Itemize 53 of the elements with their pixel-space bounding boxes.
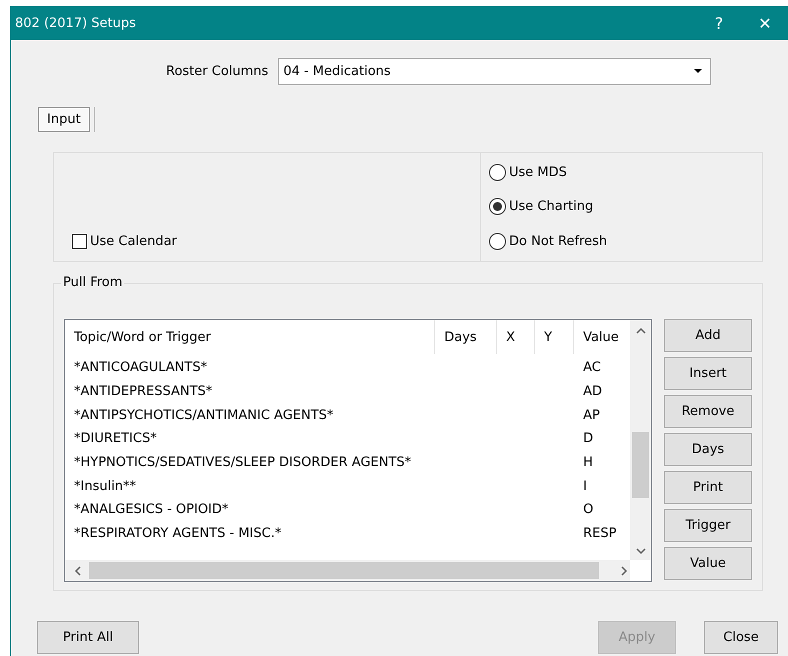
dialog-button[interactable]: Close: [704, 621, 778, 654]
table-cell-text: *ANTIPSYCHOTICS/ANTIMANIC AGENTS*: [73, 408, 334, 423]
dialog-button[interactable]: Print All: [37, 621, 139, 654]
table-cell-text: *HYPNOTICS/SEDATIVES/SLEEP DISORDER AGENTS*: [73, 455, 412, 470]
table-cell-text: AP: [582, 408, 601, 423]
window-title: 802 (2017) Setups: [15, 16, 137, 30]
table-cell-text: *RESPIRATORY AGENTS - MISC.*: [73, 526, 282, 542]
checkbox-label: Use Calendar: [90, 234, 177, 249]
checkbox[interactable]: [72, 234, 87, 249]
list-action-button[interactable]: Add: [664, 319, 752, 352]
help-button[interactable]: ?: [696, 6, 742, 40]
column-header[interactable]: Y: [535, 320, 574, 354]
list-action-button[interactable]: Print: [664, 471, 752, 504]
column-header[interactable]: Topic/Word or Trigger: [65, 320, 436, 354]
table-cell-text: *ANTIDEPRESSANTS*: [73, 384, 214, 400]
radio-button[interactable]: [489, 164, 506, 181]
radio-label: Use Charting: [509, 199, 594, 214]
column-header[interactable]: Value: [574, 320, 630, 354]
scroll-thumb[interactable]: [632, 432, 649, 498]
scroll-up-icon[interactable]: [636, 326, 646, 336]
list-action-button[interactable]: Value: [664, 547, 752, 580]
column-header[interactable]: X: [497, 320, 536, 354]
table-cell-text: *DIURETICS*: [73, 431, 158, 446]
scroll-left-icon[interactable]: [73, 566, 83, 576]
dropdown-arrow-icon: [694, 69, 702, 74]
table-cell-text: H: [582, 455, 594, 470]
radio-label: Use MDS: [509, 164, 567, 180]
roster-columns-label: Roster Columns: [166, 64, 268, 79]
radio-label: Do Not Refresh: [509, 234, 608, 250]
table-cell-text: *Insulin**: [73, 478, 138, 494]
table-cell-text: *ANALGESICS - OPIOID*: [73, 502, 230, 518]
list-action-button[interactable]: Trigger: [664, 509, 752, 542]
vertical-scrollbar[interactable]: [630, 320, 651, 560]
scroll-down-icon[interactable]: [636, 546, 646, 556]
radio-button[interactable]: [489, 233, 506, 250]
table-cell-text: AD: [582, 384, 603, 400]
table-cell-text: AC: [582, 360, 602, 376]
list-action-button[interactable]: Days: [664, 433, 752, 466]
scroll-right-icon[interactable]: [619, 566, 629, 576]
table-cell-text: I: [582, 478, 588, 494]
tab[interactable]: Input: [38, 107, 90, 132]
radio-button[interactable]: [489, 198, 506, 216]
table-cell-text: RESP: [582, 526, 618, 542]
scroll-thumb[interactable]: [89, 562, 599, 579]
table-cell-text: *ANTICOAGULANTS*: [73, 360, 208, 376]
close-button[interactable]: ✕: [742, 6, 788, 40]
horizontal-scrollbar[interactable]: [65, 560, 630, 581]
table-cell-text: O: [582, 502, 594, 518]
roster-columns-dropdown[interactable]: 04 - Medications: [278, 58, 712, 85]
list-action-button[interactable]: Insert: [664, 357, 752, 390]
table-cell-text: D: [582, 431, 594, 446]
column-header[interactable]: Days: [435, 320, 498, 354]
list-action-button[interactable]: Remove: [664, 395, 752, 428]
